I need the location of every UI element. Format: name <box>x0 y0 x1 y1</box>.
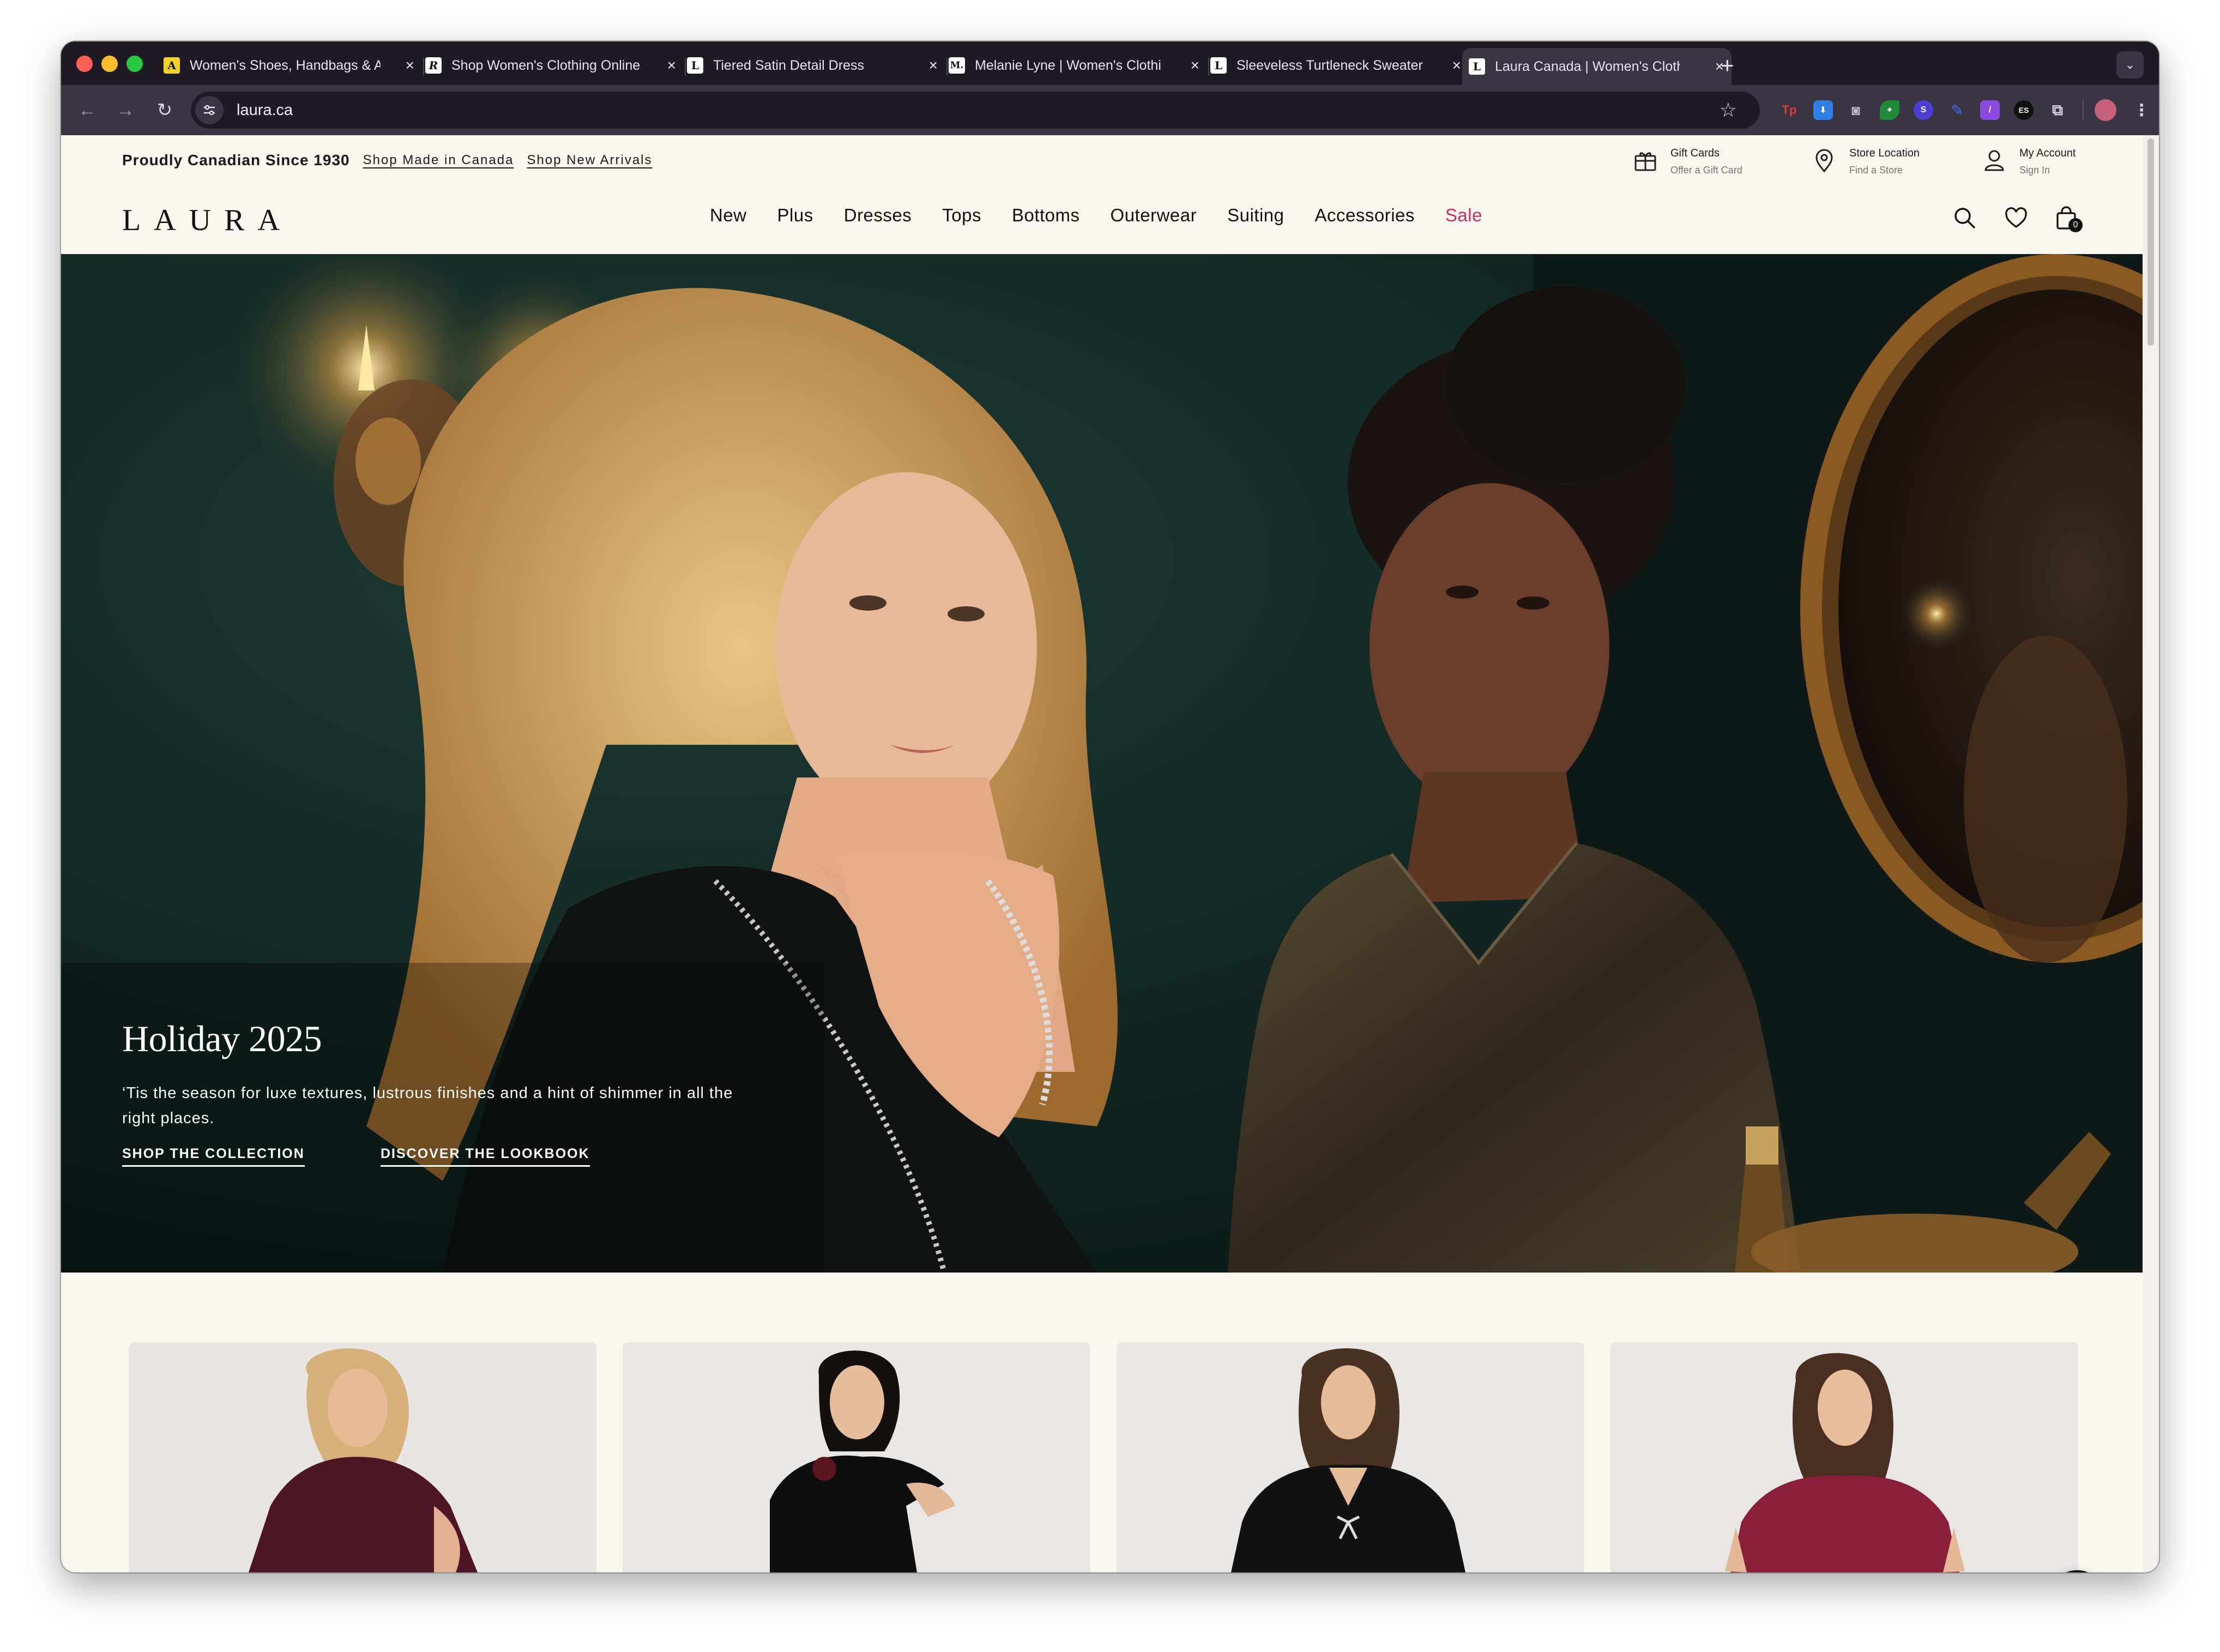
nav-plus[interactable]: Plus <box>777 205 813 226</box>
browser-window: A Women's Shoes, Handbags & A × R Shop W… <box>61 41 2159 1572</box>
shop-made-in-canada-link[interactable]: Shop Made in Canada <box>363 153 514 168</box>
tab-shop-womens-clothing[interactable]: R Shop Women's Clothing Online × <box>425 49 684 82</box>
product-card[interactable] <box>1117 1342 1584 1572</box>
ml-icon: M. <box>949 57 965 74</box>
browser-menu-icon[interactable]: ⋮ <box>2132 100 2151 120</box>
l-icon: L <box>1469 58 1485 75</box>
a-icon: A <box>164 57 180 74</box>
back-arrow-icon[interactable]: ← <box>72 95 102 125</box>
laura-logo[interactable]: LAURA <box>122 203 293 238</box>
url-text: laura.ca <box>237 101 293 119</box>
user-icon <box>1984 150 2004 171</box>
gift-icon <box>1634 152 1656 171</box>
gift-cards-sub: Offer a Gift Card <box>1670 165 1742 176</box>
nav-tops[interactable]: Tops <box>942 205 981 226</box>
camera-extension-icon[interactable]: ◙ <box>1846 100 1866 120</box>
browser-toolbar: ← → ↻ laura.ca ☆ Tp ⬇ ◙ ✦ S ✎ / ES ⧉ ⋮ <box>61 85 2159 135</box>
tab-divider <box>685 58 686 75</box>
close-tab-icon[interactable]: × <box>406 57 414 74</box>
wishlist-heart-icon[interactable] <box>2003 205 2029 231</box>
slash-extension-icon[interactable]: / <box>1980 100 2000 120</box>
site-settings-icon[interactable] <box>195 96 224 124</box>
nav-accessories[interactable]: Accessories <box>1315 205 1415 226</box>
shop-the-collection-link[interactable]: SHOP THE COLLECTION <box>122 1146 305 1167</box>
tab-shoes-handbags[interactable]: A Women's Shoes, Handbags & A × <box>164 49 422 82</box>
toolbar-divider <box>2083 99 2084 121</box>
tab-melanie-lyne[interactable]: M. Melanie Lyne | Women's Clothi × <box>949 49 1207 82</box>
tab-strip: A Women's Shoes, Handbags & A × R Shop W… <box>61 41 2159 85</box>
puzzle-extensions-icon[interactable]: ⧉ <box>2048 100 2067 120</box>
search-icon[interactable] <box>1952 205 1978 231</box>
store-location-link[interactable]: Store Location Find a Store <box>1809 145 1920 179</box>
product-image <box>623 1342 1090 1572</box>
r-icon: R <box>425 57 442 74</box>
main-nav: New Plus Dresses Tops Bottoms Outerwear … <box>710 205 1513 226</box>
nav-sale[interactable]: Sale <box>1445 205 1482 226</box>
my-account-link[interactable]: My Account Sign In <box>1979 145 2076 179</box>
hero-banner[interactable]: Holiday 2025 ‘Tis the season for luxe te… <box>61 254 2143 1273</box>
tab-sleeveless-turtleneck[interactable]: L Sleeveless Turtleneck Sweater × <box>1210 49 1469 82</box>
nav-bottoms[interactable]: Bottoms <box>1012 205 1080 226</box>
store-location-title: Store Location <box>1849 147 1920 159</box>
profile-avatar[interactable] <box>2095 99 2116 121</box>
location-pin-icon <box>1815 149 1833 173</box>
download-extension-icon[interactable]: ⬇ <box>1813 100 1833 120</box>
close-tab-icon[interactable]: × <box>1452 57 1461 74</box>
gift-cards-link[interactable]: Gift Cards Offer a Gift Card <box>1630 145 1742 179</box>
tab-tiered-satin-dress[interactable]: L Tiered Satin Detail Dress × <box>687 49 945 82</box>
hero-copy: ‘Tis the season for luxe textures, lustr… <box>122 1084 733 1127</box>
product-image <box>1610 1342 2078 1572</box>
nav-suiting[interactable]: Suiting <box>1227 205 1284 226</box>
bookmark-star-icon[interactable]: ☆ <box>1720 99 1737 122</box>
forward-arrow-icon[interactable]: → <box>110 95 141 125</box>
close-tab-icon[interactable]: × <box>929 57 938 74</box>
product-card[interactable] <box>623 1342 1090 1572</box>
l-icon: L <box>1210 57 1227 74</box>
tab-divider <box>423 58 424 75</box>
zoom-window-button[interactable] <box>126 56 143 72</box>
nav-new[interactable]: New <box>710 205 747 226</box>
discover-the-lookbook-link[interactable]: DISCOVER THE LOOKBOOK <box>381 1146 590 1167</box>
close-tab-icon[interactable]: × <box>667 57 676 74</box>
nav-outerwear[interactable]: Outerwear <box>1111 205 1197 226</box>
reload-icon[interactable]: ↻ <box>149 95 180 125</box>
pen-extension-icon[interactable]: ✎ <box>1947 100 1967 120</box>
promo-bar: Proudly Canadian Since 1930 Shop Made in… <box>122 135 666 185</box>
promo-lead: Proudly Canadian Since 1930 <box>122 152 350 168</box>
sign-in-sub: Sign In <box>2019 165 2050 176</box>
laura-page: Proudly Canadian Since 1930 Shop Made in… <box>61 135 2143 1572</box>
s-extension-icon[interactable]: S <box>1914 100 1933 120</box>
product-image <box>129 1342 596 1572</box>
shop-new-arrivals-link[interactable]: Shop New Arrivals <box>527 153 652 168</box>
leaf-extension-icon[interactable]: ✦ <box>1880 100 1899 120</box>
minimize-window-button[interactable] <box>101 56 118 72</box>
address-bar[interactable]: laura.ca ☆ <box>191 92 1760 129</box>
scrollbar-thumb[interactable] <box>2147 138 2154 346</box>
tab-divider <box>1208 58 1209 75</box>
hero-title: Holiday 2025 <box>122 1018 322 1059</box>
nav-dresses[interactable]: Dresses <box>844 205 912 226</box>
bag-count-badge: 0 <box>2068 218 2083 232</box>
gift-cards-title: Gift Cards <box>1670 147 1720 159</box>
page-scrollbar[interactable] <box>2143 135 2159 1572</box>
product-card[interactable] <box>1610 1342 2078 1572</box>
es-extension-icon[interactable]: ES <box>2014 100 2034 120</box>
l-icon: L <box>687 57 703 74</box>
product-card[interactable] <box>129 1342 596 1572</box>
tab-divider <box>946 58 948 75</box>
tab-laura-canada[interactable]: L Laura Canada | Women's Cloth × <box>1462 48 1732 85</box>
product-image <box>1117 1342 1584 1572</box>
shopping-bag-button[interactable]: 0 <box>2053 205 2083 232</box>
close-tab-icon[interactable]: × <box>1191 57 1199 74</box>
close-window-button[interactable] <box>76 56 93 72</box>
my-account-title: My Account <box>2019 147 2076 159</box>
tp-extension-icon[interactable]: Tp <box>1779 100 1799 120</box>
store-location-sub: Find a Store <box>1849 165 1903 176</box>
tab-search-chevron-icon[interactable]: ⌄ <box>2116 51 2144 79</box>
new-tab-button[interactable]: + <box>1721 49 1734 82</box>
